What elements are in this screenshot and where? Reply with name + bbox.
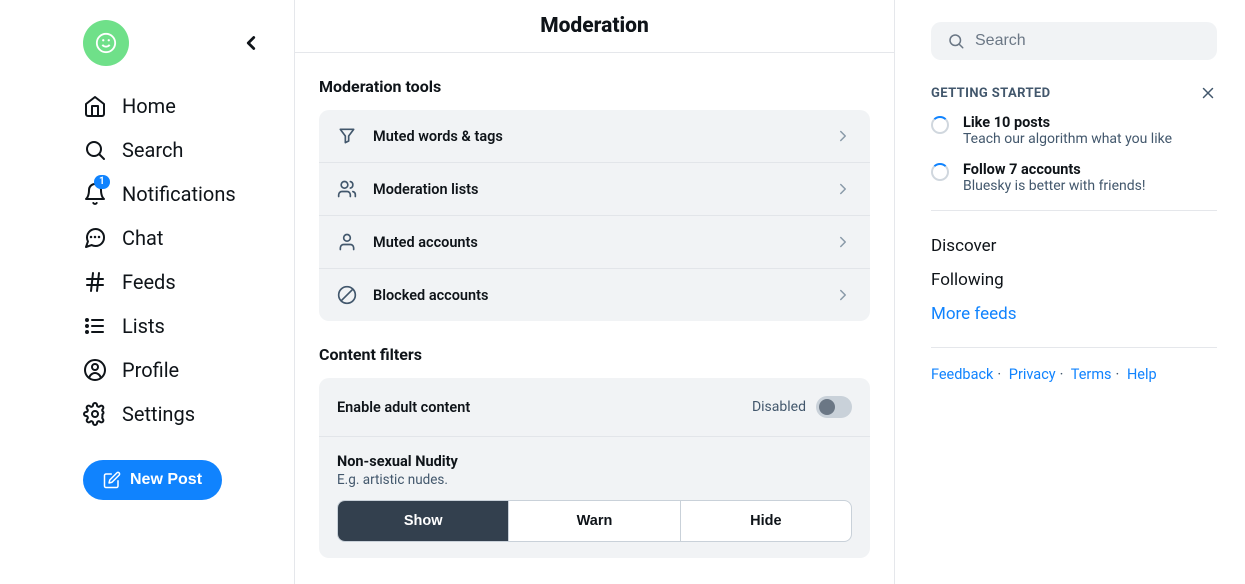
- nav-label: Notifications: [122, 182, 236, 206]
- nav-label: Home: [122, 94, 176, 118]
- page-title: Moderation: [295, 0, 894, 53]
- mod-tools-title: Moderation tools: [319, 77, 870, 96]
- chevron-right-icon: [834, 127, 852, 145]
- nav-label: Lists: [122, 314, 165, 338]
- tool-muted-accounts[interactable]: Muted accounts: [319, 216, 870, 269]
- gs-item-sub: Teach our algorithm what you like: [963, 131, 1172, 147]
- people-icon: [337, 179, 357, 199]
- adult-content-toggle[interactable]: [816, 396, 852, 418]
- home-icon: [83, 94, 107, 118]
- chevron-right-icon: [834, 233, 852, 251]
- nav-home[interactable]: Home: [83, 84, 274, 128]
- mod-tools-list: Muted words & tags Moderation lists Mute…: [319, 110, 870, 321]
- main-panel: Moderation Moderation tools Muted words …: [295, 0, 895, 584]
- nav-search[interactable]: Search: [83, 128, 274, 172]
- seg-warn[interactable]: Warn: [509, 501, 680, 541]
- progress-ring-icon: [931, 116, 949, 134]
- search-icon: [947, 32, 965, 50]
- avatar[interactable]: [83, 20, 129, 66]
- content-filters-card: Enable adult content Disabled Non-sexual…: [319, 378, 870, 558]
- filter-segment: Show Warn Hide: [337, 500, 852, 542]
- nav-settings[interactable]: Settings: [83, 392, 274, 436]
- chat-icon: [83, 226, 107, 250]
- notification-badge: 1: [94, 175, 110, 189]
- nav-chat[interactable]: Chat: [83, 216, 274, 260]
- tool-mod-lists[interactable]: Moderation lists: [319, 163, 870, 216]
- right-panel: GETTING STARTED Like 10 posts Teach our …: [895, 0, 1245, 584]
- footer-help[interactable]: Help: [1127, 366, 1157, 383]
- footer-terms[interactable]: Terms: [1071, 366, 1112, 383]
- user-icon: [83, 358, 107, 382]
- list-icon: [83, 314, 107, 338]
- filter-item-title: Non-sexual Nudity: [337, 453, 852, 470]
- nav-label: Profile: [122, 358, 179, 382]
- gs-item-title: Like 10 posts: [963, 114, 1172, 131]
- progress-ring-icon: [931, 163, 949, 181]
- tool-blocked-accounts[interactable]: Blocked accounts: [319, 269, 870, 321]
- filter-item-sub: E.g. artistic nudes.: [337, 472, 852, 488]
- footer-privacy[interactable]: Privacy: [1009, 366, 1056, 383]
- filter-icon: [337, 126, 357, 146]
- nav-label: Chat: [122, 226, 163, 250]
- feed-links: Discover Following More feeds: [931, 229, 1217, 331]
- feed-discover[interactable]: Discover: [931, 229, 1217, 263]
- compose-icon: [103, 471, 121, 489]
- nav-profile[interactable]: Profile: [83, 348, 274, 392]
- chevron-right-icon: [834, 180, 852, 198]
- gear-icon: [83, 402, 107, 426]
- nav-lists[interactable]: Lists: [83, 304, 274, 348]
- search-icon: [83, 138, 107, 162]
- seg-show[interactable]: Show: [338, 501, 509, 541]
- footer-feedback[interactable]: Feedback: [931, 366, 993, 383]
- new-post-button[interactable]: New Post: [83, 460, 222, 500]
- tool-label: Moderation lists: [373, 181, 818, 198]
- gs-item-title: Follow 7 accounts: [963, 161, 1145, 178]
- adult-content-label: Enable adult content: [337, 399, 470, 416]
- feed-following[interactable]: Following: [931, 263, 1217, 297]
- footer-links: Feedback· Privacy· Terms· Help: [931, 366, 1217, 383]
- new-post-label: New Post: [130, 471, 202, 489]
- close-icon[interactable]: [1199, 84, 1217, 102]
- back-button[interactable]: [236, 28, 266, 58]
- gs-item-sub: Bluesky is better with friends!: [963, 178, 1145, 194]
- gs-item-follow[interactable]: Follow 7 accounts Bluesky is better with…: [931, 161, 1217, 194]
- nav-label: Search: [122, 138, 183, 162]
- nav-label: Settings: [122, 402, 195, 426]
- gs-item-likes[interactable]: Like 10 posts Teach our algorithm what y…: [931, 114, 1217, 147]
- tool-label: Muted accounts: [373, 234, 818, 251]
- search-input[interactable]: [975, 32, 1201, 50]
- block-icon: [337, 285, 357, 305]
- sidebar: Home Search 1 Notifications Chat Feeds L…: [0, 0, 295, 584]
- nav-feeds[interactable]: Feeds: [83, 260, 274, 304]
- search-box[interactable]: [931, 22, 1217, 60]
- tool-muted-words[interactable]: Muted words & tags: [319, 110, 870, 163]
- tool-label: Blocked accounts: [373, 287, 818, 304]
- tool-label: Muted words & tags: [373, 128, 818, 145]
- nav-notifications[interactable]: 1 Notifications: [83, 172, 274, 216]
- adult-content-state: Disabled: [752, 399, 806, 415]
- hash-icon: [83, 270, 107, 294]
- content-filters-title: Content filters: [319, 345, 870, 364]
- user-icon: [337, 232, 357, 252]
- chevron-right-icon: [834, 286, 852, 304]
- more-feeds-link[interactable]: More feeds: [931, 297, 1217, 331]
- getting-started-title: GETTING STARTED: [931, 86, 1050, 101]
- nav-label: Feeds: [122, 270, 176, 294]
- seg-hide[interactable]: Hide: [681, 501, 851, 541]
